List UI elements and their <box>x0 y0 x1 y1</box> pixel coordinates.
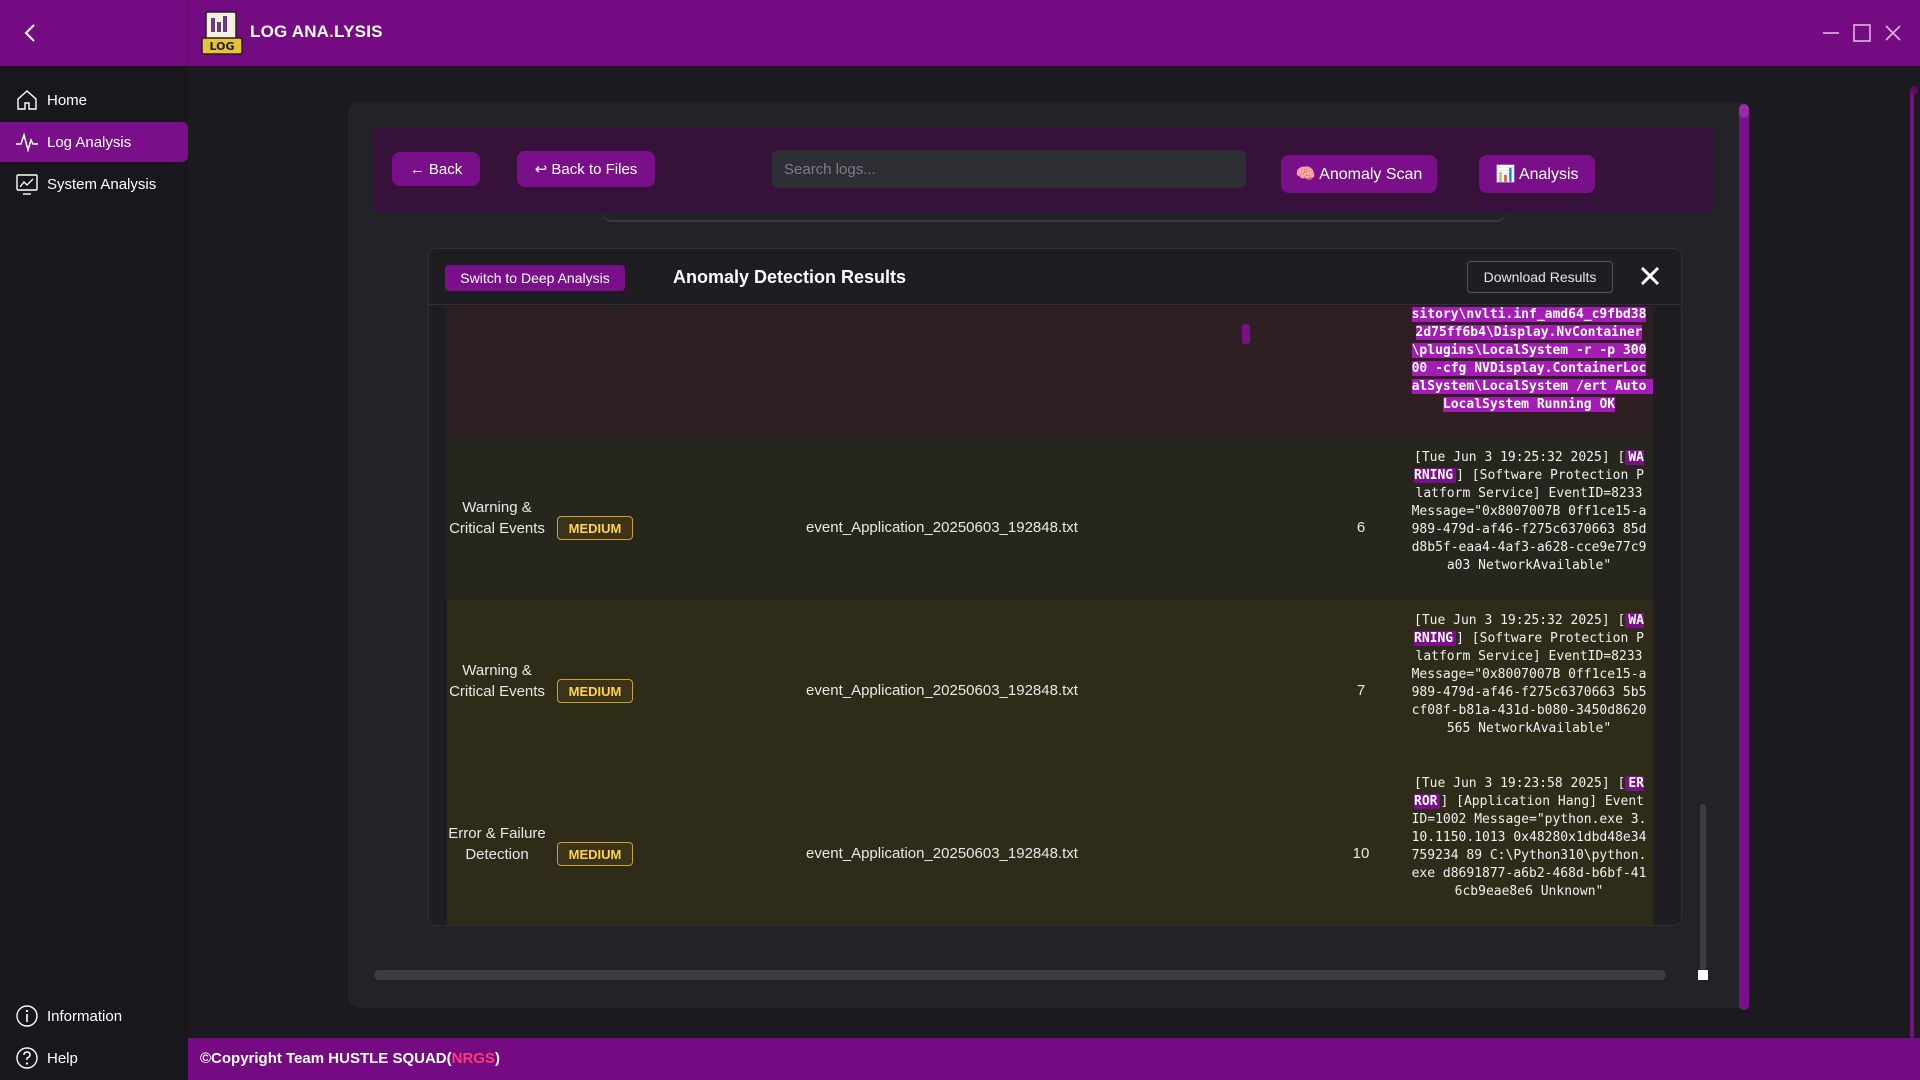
message-highlight: sitory\nvlti.inf_amd64_c9fbd382d75ff6b4\… <box>1411 307 1653 412</box>
app-title: LOG ANA.LYSIS <box>250 22 383 42</box>
table-row[interactable]: Warning & Critical Events MEDIUM event_A… <box>447 437 1653 600</box>
horizontal-scrollbar[interactable] <box>374 970 1666 980</box>
modal-title: Anomaly Detection Results <box>673 267 907 287</box>
modal-header: Switch to Deep Analysis Anomaly Detectio… <box>429 249 1681 305</box>
info-icon <box>16 1005 38 1027</box>
severity-badge: MEDIUM <box>557 842 633 866</box>
copyright-main: ©Copyright Team HUSTLE SQUAD( <box>200 1050 452 1067</box>
panel-scrollbar-track[interactable] <box>1739 104 1749 1010</box>
maximize-icon[interactable] <box>1849 20 1875 46</box>
inner-vertical-scrollbar[interactable] <box>1700 804 1706 970</box>
app-title-part1: LOG ANA <box>250 22 330 41</box>
search-input[interactable]: Search logs... <box>772 150 1246 188</box>
message-prefix: [Tue Jun 3 19:25:32 2025] [ <box>1414 450 1626 465</box>
log-message: sitory\nvlti.inf_amd64_c9fbd382d75ff6b4\… <box>1411 306 1653 414</box>
sidebar-item-information[interactable]: Information <box>0 996 188 1036</box>
log-message: [Tue Jun 3 19:23:58 2025] [ERROR] [Appli… <box>1411 775 1647 901</box>
sidebar-item-log-analysis[interactable]: Log Analysis <box>0 122 188 162</box>
title-bar: LOG LOG ANA.LYSIS <box>0 0 1920 66</box>
window-scrollbar[interactable] <box>1910 92 1914 1038</box>
table-row[interactable]: Error & Failure Detection MEDIUM event_A… <box>447 763 1653 925</box>
footer: ©Copyright Team HUSTLE SQUAD(NRGS) <box>188 1038 1920 1080</box>
app-title-part2: LYSIS <box>334 22 383 41</box>
modal-scrollbar-thumb[interactable] <box>1242 324 1250 344</box>
analysis-button[interactable]: 📊 Analysis <box>1479 155 1595 193</box>
back-button[interactable]: ← Back <box>392 152 480 186</box>
table-row-partial: sitory\nvlti.inf_amd64_c9fbd382d75ff6b4\… <box>447 306 1653 437</box>
back-to-files-button[interactable]: ↩ Back to Files <box>517 151 655 187</box>
message-body: ] [Application Hang] EventID=1002 Messag… <box>1411 794 1647 899</box>
logo-text: LOG <box>210 40 235 53</box>
help-icon <box>16 1047 38 1069</box>
close-icon[interactable] <box>1639 265 1661 287</box>
collapsed-dropdown-edge <box>602 212 1506 222</box>
sidebar-item-label: Home <box>47 91 88 109</box>
log-file-logo-icon: LOG <box>201 11 243 55</box>
message-body: ] [Software Protection Platform Service]… <box>1411 631 1651 736</box>
file-cell: event_Application_20250603_192848.txt <box>806 682 1078 699</box>
scrollbar-corner <box>1698 970 1708 980</box>
message-prefix: [Tue Jun 3 19:23:58 2025] [ <box>1414 776 1626 791</box>
sidebar-item-label: System Analysis <box>47 175 157 193</box>
sidebar-item-label: Help <box>47 1049 78 1067</box>
copyright-close: ) <box>494 1050 500 1067</box>
switch-deep-analysis-button[interactable]: Switch to Deep Analysis <box>445 265 625 291</box>
log-message: [Tue Jun 3 19:25:32 2025] [WARNING] [Sof… <box>1411 612 1647 738</box>
sidebar-item-help[interactable]: Help <box>0 1038 188 1078</box>
message-body: ] [Software Protection Platform Service]… <box>1411 468 1651 573</box>
title-separator <box>188 0 189 66</box>
copyright-nrgs: NRGS <box>451 1050 495 1067</box>
category-cell: Error & Failure Detection <box>448 825 546 863</box>
monitor-chart-icon <box>16 174 38 195</box>
anomaly-results-modal: Switch to Deep Analysis Anomaly Detectio… <box>428 248 1682 926</box>
pulse-icon <box>16 132 38 153</box>
modal-scrollbar-track[interactable] <box>1657 307 1667 925</box>
close-window-icon[interactable] <box>1880 20 1906 46</box>
table-row[interactable]: Warning & Critical Events MEDIUM event_A… <box>447 600 1653 763</box>
severity-badge: MEDIUM <box>557 516 633 540</box>
panel-scrollbar-thumb[interactable] <box>1739 104 1749 118</box>
file-cell: event_Application_20250603_192848.txt <box>806 845 1078 862</box>
line-number-cell: 7 <box>1356 682 1366 699</box>
severity-badge: MEDIUM <box>557 679 633 703</box>
sidebar-item-home[interactable]: Home <box>0 80 188 120</box>
log-message: [Tue Jun 3 19:25:32 2025] [WARNING] [Sof… <box>1411 449 1647 575</box>
line-number-cell: 10 <box>1352 845 1370 862</box>
category-cell: Warning & Critical Events <box>449 662 545 700</box>
copyright-text: ©Copyright Team HUSTLE SQUAD(NRGS) <box>200 1050 500 1067</box>
download-results-button[interactable]: Download Results <box>1467 261 1613 293</box>
minimize-icon[interactable] <box>1818 20 1844 46</box>
anomaly-scan-button[interactable]: 🧠 Anomaly Scan <box>1281 155 1437 193</box>
category-cell: Warning & Critical Events <box>449 499 545 537</box>
line-number-cell: 6 <box>1356 519 1366 536</box>
sidebar-item-label: Information <box>47 1007 123 1025</box>
home-icon <box>17 90 37 110</box>
sidebar-item-system-analysis[interactable]: System Analysis <box>0 164 188 204</box>
sidebar: Home Log Analysis System Analysis Inform… <box>0 66 188 1080</box>
message-prefix: [Tue Jun 3 19:25:32 2025] [ <box>1414 613 1626 628</box>
chevron-left-icon[interactable] <box>18 20 44 46</box>
results-table: sitory\nvlti.inf_amd64_c9fbd382d75ff6b4\… <box>447 306 1653 925</box>
sidebar-item-label: Log Analysis <box>47 133 132 151</box>
file-cell: event_Application_20250603_192848.txt <box>806 519 1078 536</box>
